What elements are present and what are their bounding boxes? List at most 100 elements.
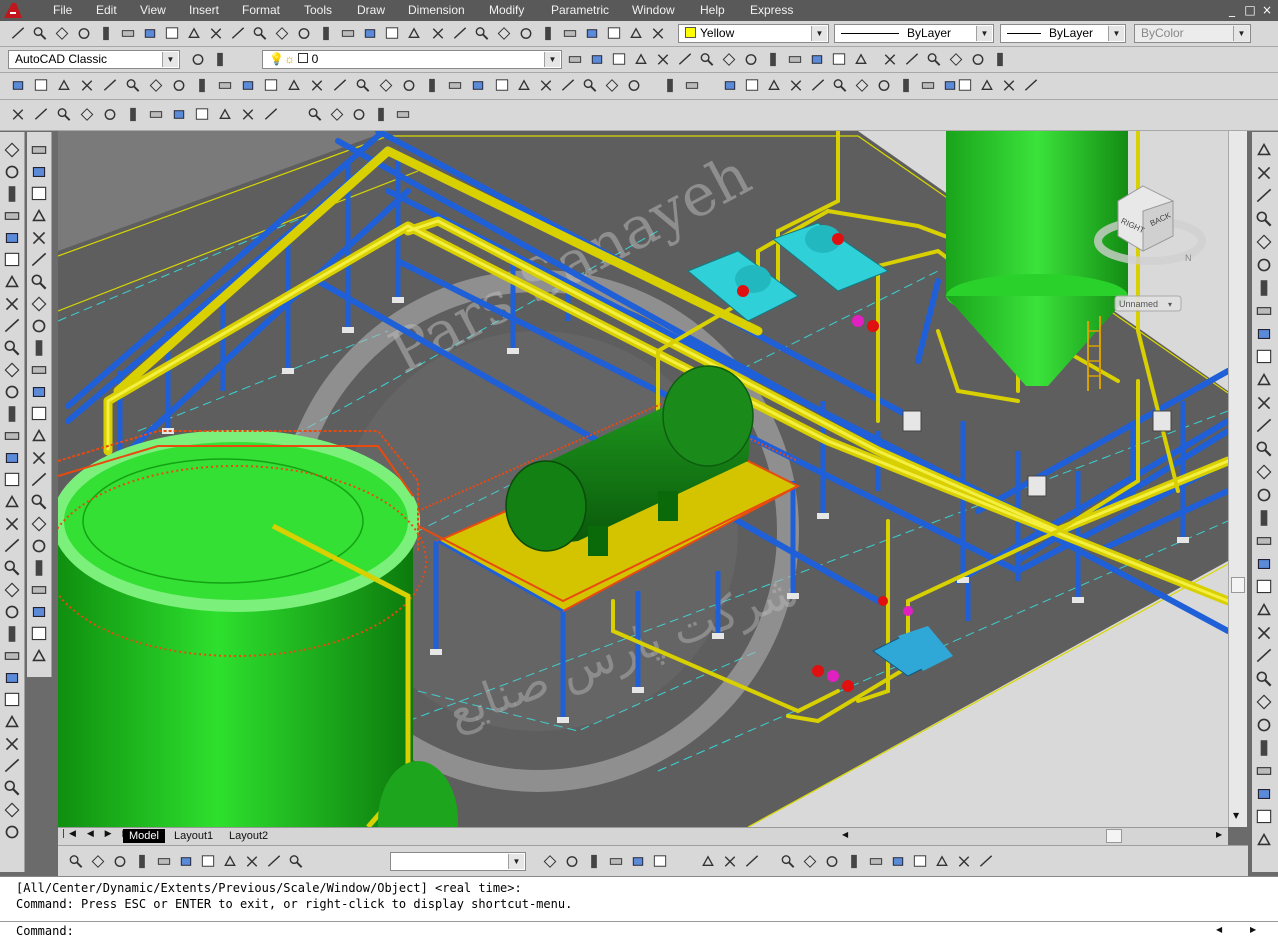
rect-icon[interactable] [1254, 807, 1274, 827]
zoom-icon[interactable] [29, 272, 49, 292]
rect-icon[interactable] [162, 24, 182, 43]
column-icon[interactable] [1254, 508, 1274, 528]
triangle-icon[interactable] [284, 76, 304, 95]
diamond-icon[interactable] [1254, 692, 1274, 712]
erase-icon[interactable] [2, 294, 22, 314]
column-icon[interactable] [123, 105, 143, 124]
slab-icon[interactable] [606, 852, 626, 871]
circle-icon[interactable] [74, 24, 94, 43]
slab-icon[interactable] [1254, 301, 1274, 321]
view-icon[interactable] [2, 668, 22, 688]
slab-icon[interactable] [682, 76, 702, 95]
erase-icon[interactable] [206, 24, 226, 43]
diamond-icon[interactable] [29, 514, 49, 534]
triangle-icon[interactable] [2, 492, 22, 512]
line-icon[interactable] [8, 24, 28, 43]
circle-icon[interactable] [349, 105, 369, 124]
zoom-icon[interactable] [1254, 209, 1274, 229]
slab-icon[interactable] [29, 580, 49, 600]
column-icon[interactable] [990, 50, 1010, 69]
chevron-down-icon[interactable]: ▼ [544, 52, 560, 67]
triangle-icon[interactable] [1254, 370, 1274, 390]
view-icon[interactable] [2, 228, 22, 248]
circle-icon[interactable] [29, 316, 49, 336]
triangle-icon[interactable] [1254, 140, 1274, 160]
minimize-button[interactable]: _ [1224, 3, 1240, 17]
column-icon[interactable] [844, 852, 864, 871]
slab-icon[interactable] [2, 426, 22, 446]
rect-icon[interactable] [2, 250, 22, 270]
column-icon[interactable] [132, 852, 152, 871]
diamond-icon[interactable] [376, 76, 396, 95]
erase-icon[interactable] [536, 76, 556, 95]
zoom-icon[interactable] [66, 852, 86, 871]
circle-icon[interactable] [29, 536, 49, 556]
view-icon[interactable] [176, 852, 196, 871]
triangle-icon[interactable] [1254, 830, 1274, 850]
view-icon[interactable] [29, 602, 49, 622]
line-icon[interactable] [675, 50, 695, 69]
zoom-icon[interactable] [830, 76, 850, 95]
view-icon[interactable] [468, 76, 488, 95]
erase-icon[interactable] [307, 76, 327, 95]
command-input[interactable]: Command: ◀ ▶ [0, 921, 1278, 942]
circle-icon[interactable] [2, 822, 22, 842]
erase-icon[interactable] [29, 448, 49, 468]
zoom-icon[interactable] [353, 76, 373, 95]
layer-control[interactable]: 💡☼ 0 ▼ [262, 50, 562, 69]
column-icon[interactable] [2, 624, 22, 644]
line-icon[interactable] [330, 76, 350, 95]
line-icon[interactable] [1254, 646, 1274, 666]
slab-icon[interactable] [1254, 531, 1274, 551]
diamond-icon[interactable] [2, 580, 22, 600]
triangle-icon[interactable] [626, 24, 646, 43]
linetype-control[interactable]: ByLayer ▼ [834, 24, 994, 43]
ucs-menu[interactable]: Unnamed ▾ [1114, 295, 1182, 312]
diamond-icon[interactable] [719, 50, 739, 69]
triangle-icon[interactable] [764, 76, 784, 95]
line-icon[interactable] [2, 316, 22, 336]
erase-icon[interactable] [242, 852, 262, 871]
line-icon[interactable] [100, 76, 120, 95]
erase-icon[interactable] [648, 24, 668, 43]
line-icon[interactable] [902, 50, 922, 69]
circle-icon[interactable] [1254, 255, 1274, 275]
diamond-icon[interactable] [494, 24, 514, 43]
zoom-icon[interactable] [924, 50, 944, 69]
zoom-icon[interactable] [580, 76, 600, 95]
triangle-icon[interactable] [631, 50, 651, 69]
menu-dimension[interactable]: Dimension [408, 3, 465, 17]
circle-icon[interactable] [110, 852, 130, 871]
line-icon[interactable] [29, 250, 49, 270]
menu-help[interactable]: Help [700, 3, 725, 17]
zoom-icon[interactable] [286, 852, 306, 871]
rect-icon[interactable] [192, 105, 212, 124]
rect-icon[interactable] [955, 76, 975, 95]
view-icon[interactable] [2, 448, 22, 468]
erase-icon[interactable] [880, 50, 900, 69]
view-icon[interactable] [360, 24, 380, 43]
menu-tools[interactable]: Tools [304, 3, 332, 17]
menu-view[interactable]: View [140, 3, 166, 17]
menu-express[interactable]: Express [750, 3, 793, 17]
scroll-right-arrow-icon[interactable]: ▶ [1250, 925, 1256, 934]
erase-icon[interactable] [720, 852, 740, 871]
view-icon[interactable] [1254, 324, 1274, 344]
scroll-left-arrow-icon[interactable]: ◀ [842, 830, 848, 839]
diamond-icon[interactable] [327, 105, 347, 124]
circle-icon[interactable] [968, 50, 988, 69]
erase-icon[interactable] [1254, 393, 1274, 413]
line-icon[interactable] [450, 24, 470, 43]
line-icon[interactable] [1021, 76, 1041, 95]
line-icon[interactable] [742, 852, 762, 871]
rect-icon[interactable] [609, 50, 629, 69]
column-icon[interactable] [422, 76, 442, 95]
diamond-icon[interactable] [88, 852, 108, 871]
column-icon[interactable] [29, 338, 49, 358]
tab-model[interactable]: Model [123, 829, 165, 843]
line-icon[interactable] [1254, 186, 1274, 206]
zoom-icon[interactable] [697, 50, 717, 69]
diamond-icon[interactable] [2, 360, 22, 380]
menu-file[interactable]: File [53, 3, 72, 17]
menu-draw[interactable]: Draw [357, 3, 385, 17]
